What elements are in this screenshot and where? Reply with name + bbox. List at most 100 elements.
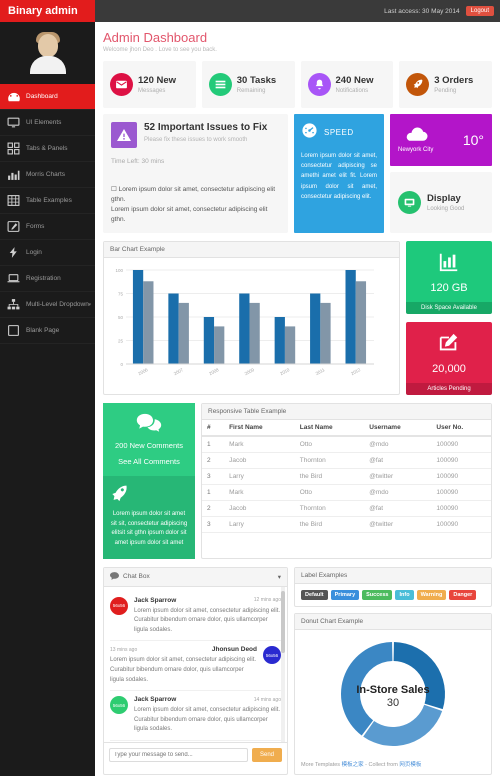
- chat-panel: Chat Box ▾ 56x56 Jack Sparrow 12 mins ag…: [103, 566, 288, 775]
- cloud-icon: [404, 126, 428, 145]
- sidebar-item-multi-level-dropdown[interactable]: Multi-Level Dropdown ▾: [0, 292, 95, 318]
- chat-input[interactable]: [109, 747, 248, 762]
- chat-message-text: Lorem ipsum dolor sit amet, consectetur …: [134, 607, 281, 633]
- table-cell: Otto: [294, 436, 365, 454]
- disk-space-tile[interactable]: 120 GB Disk Space Available: [406, 241, 492, 315]
- sidebar-item-table-examples[interactable]: Table Examples: [0, 188, 95, 214]
- footer-prefix: More Templates: [301, 761, 342, 768]
- sidebar-item-dashboard[interactable]: Dashboard: [0, 84, 95, 110]
- table-cell: Mark: [224, 436, 295, 454]
- table-icon: [6, 193, 21, 208]
- donut-chart-panel: Donut Chart Example In-Store Sales 30 Mor…: [294, 612, 492, 775]
- sidebar-item-morris-charts[interactable]: Morris Charts: [0, 162, 95, 188]
- chat-message-text: Lorem ipsum dolor sit amet, consectetur …: [110, 657, 257, 683]
- topbar: Last access: 30 May 2014 Logout: [95, 0, 500, 22]
- table-cell: 3: [202, 516, 225, 534]
- articles-pending-tile[interactable]: 20,000 Articles Pending: [406, 322, 492, 396]
- stat-card-orders[interactable]: 3 Orders Pending: [399, 61, 492, 108]
- table-header-cell: Last Name: [294, 420, 365, 438]
- monitor-icon: [6, 115, 21, 130]
- chat-send-button[interactable]: Send: [251, 747, 282, 762]
- table-row[interactable]: 2 Jacob Thornton @fat 100090: [202, 452, 491, 470]
- admin-dashboard-page: Binary admin Dashboard UI Elements Tabs …: [0, 0, 500, 776]
- sidebar-item-label: Multi-Level Dropdown: [26, 301, 89, 308]
- svg-text:2007: 2007: [173, 367, 185, 376]
- table-row[interactable]: 2 Jacob Thornton @fat 100090: [202, 500, 491, 518]
- svg-text:0: 0: [120, 362, 123, 367]
- responsive-table: # First Name Last Name Username User No.…: [202, 420, 491, 534]
- sidebar-item-label: Table Examples: [26, 197, 72, 204]
- stat-card-tasks[interactable]: 30 Tasks Remaining: [201, 61, 295, 108]
- footer-link-2[interactable]: 网页模板: [399, 762, 421, 768]
- sidebar-item-login[interactable]: Login: [0, 240, 95, 266]
- logout-button[interactable]: Logout: [465, 6, 494, 16]
- stat-label: Remaining: [236, 88, 266, 94]
- sidebar-item-tabs-panels[interactable]: Tabs & Panels: [0, 136, 95, 162]
- table-cell: Mark: [224, 484, 295, 502]
- comments-bottom: Lorem ipsum dolor sit amet sit sit, cons…: [103, 476, 195, 559]
- comments-top[interactable]: 200 New Comments See All Comments: [103, 403, 195, 477]
- svg-text:50: 50: [118, 315, 124, 320]
- label-default[interactable]: Default: [301, 589, 328, 600]
- chat-scrollbar-thumb[interactable]: [281, 590, 285, 653]
- weather-temperature: 10°: [462, 132, 484, 148]
- stat-label: Messages: [138, 88, 166, 94]
- comments-table-row: 200 New Comments See All Comments Lorem …: [103, 403, 492, 559]
- page-title: Admin Dashboard: [103, 30, 208, 45]
- chevron-down-icon: ▾: [88, 301, 91, 308]
- bar-chart-panel-title: Bar Chart Example: [104, 242, 399, 259]
- label-info[interactable]: Info: [395, 589, 414, 600]
- label-primary[interactable]: Primary: [330, 589, 360, 600]
- table-cell: the Bird: [294, 468, 365, 486]
- label-danger[interactable]: Danger: [449, 589, 477, 600]
- main-area: Last access: 30 May 2014 Logout Admin Da…: [95, 0, 500, 776]
- table-row[interactable]: 1 Mark Otto @mdo 100090: [202, 436, 491, 454]
- donut-chart-title: Donut Chart Example: [295, 613, 491, 630]
- table-cell: 2: [202, 500, 225, 518]
- table-cell: 100090: [431, 516, 491, 534]
- stat-value: 3 Orders: [434, 75, 474, 86]
- stat-card-notifications[interactable]: 240 New Notifications: [300, 61, 394, 108]
- comments-count: 200 New Comments: [115, 441, 183, 451]
- table-cell: 3: [202, 468, 225, 486]
- table-header-cell: #: [202, 420, 225, 438]
- chat-messages-list[interactable]: 56x56 Jack Sparrow 12 mins ago Lorem ips…: [104, 586, 287, 742]
- see-all-comments-link[interactable]: See All Comments: [108, 457, 190, 466]
- sidebar-item-forms[interactable]: Forms: [0, 214, 95, 240]
- label-success[interactable]: Success: [362, 589, 393, 600]
- footer-link-1[interactable]: 模板之家: [342, 762, 364, 768]
- table-row[interactable]: 1 Mark Otto @mdo 100090: [202, 484, 491, 502]
- table-cell: 1: [202, 436, 225, 454]
- speedometer-icon: [301, 122, 318, 142]
- chevron-down-icon[interactable]: ▾: [278, 573, 281, 581]
- stat-value: 120 New: [138, 75, 177, 86]
- table-cell: the Bird: [294, 516, 365, 534]
- table-cell: 100090: [431, 436, 491, 454]
- sidebar-item-registration[interactable]: Registration: [0, 266, 95, 292]
- table-header-cell: Username: [364, 420, 432, 438]
- stat-label: Pending: [434, 88, 457, 94]
- svg-text:2006: 2006: [137, 367, 149, 376]
- tile-label: Articles Pending: [406, 383, 492, 396]
- chat-message: 56x56 Jhonsun Deod 13 mins ago Lorem ips…: [110, 641, 281, 692]
- table-cell: @twitter: [364, 468, 432, 486]
- tile-label: Disk Space Available: [406, 302, 492, 315]
- table-row[interactable]: 3 Larry the Bird @twitter 100090: [202, 516, 491, 534]
- table-row[interactable]: 3 Larry the Bird @twitter 100090: [202, 468, 491, 486]
- table-header-cell: First Name: [224, 420, 295, 438]
- brand-title: Binary admin: [0, 0, 95, 22]
- comment-icon: [110, 571, 119, 582]
- tile-value: 20,000: [432, 363, 466, 376]
- table-cell: Thornton: [294, 452, 365, 470]
- sidebar-item-blank-page[interactable]: Blank Page: [0, 318, 95, 344]
- weather-city: Newyork City: [398, 146, 434, 153]
- stat-card-messages[interactable]: 120 New Messages: [103, 61, 196, 108]
- footer-mid: - Collect from: [363, 761, 400, 768]
- speed-card: SPEED Lorem ipsum dolor sit amet, consec…: [294, 114, 384, 234]
- table-cell: 100090: [431, 484, 491, 502]
- label-warning[interactable]: Warning: [416, 589, 447, 600]
- sidebar-item-ui-elements[interactable]: UI Elements: [0, 110, 95, 136]
- chat-message-time: 12 mins ago: [253, 597, 281, 604]
- laptop-icon: [6, 271, 21, 286]
- svg-text:2008: 2008: [208, 367, 220, 376]
